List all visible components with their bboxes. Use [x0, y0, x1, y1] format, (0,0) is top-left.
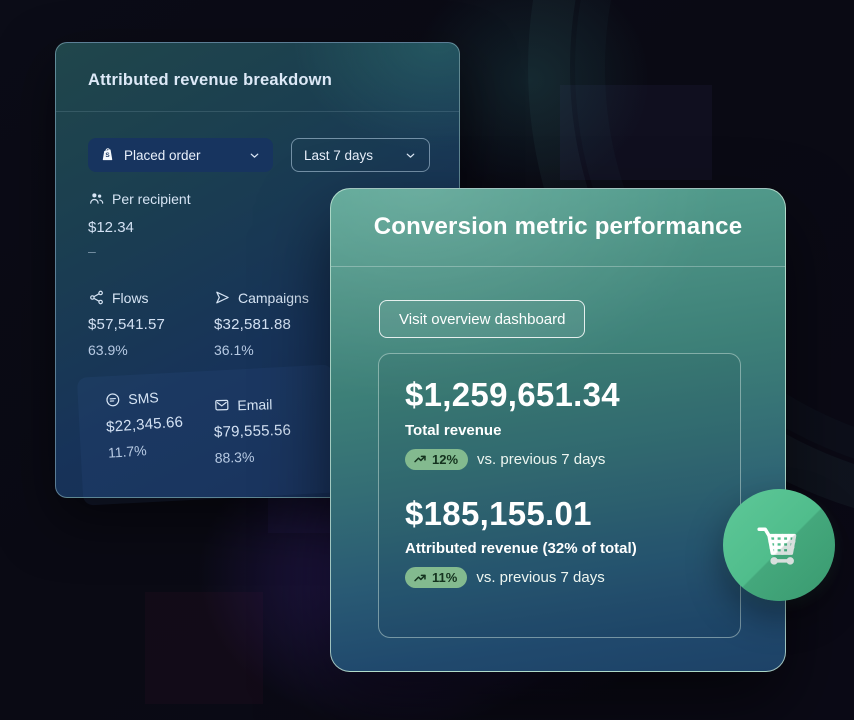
total-revenue-metric: $1,259,651.34 Total revenue 12% vs. prev… — [405, 378, 714, 470]
marketing-dashboard-composite: Attributed revenue breakdown S Placed or… — [0, 0, 854, 720]
stat-flows: Flows $57,541.57 63.9% — [88, 289, 228, 358]
chevron-down-icon — [248, 149, 261, 162]
metric-select-dropdown[interactable]: S Placed order — [88, 138, 273, 172]
date-range-label: Last 7 days — [304, 148, 404, 163]
metrics-panel: $1,259,651.34 Total revenue 12% vs. prev… — [378, 353, 741, 638]
per-recipient-header: Per recipient — [88, 190, 191, 207]
date-range-dropdown[interactable]: Last 7 days — [291, 138, 430, 172]
comparison-text: vs. previous 7 days — [477, 451, 605, 468]
per-recipient-label: Per recipient — [112, 191, 191, 207]
total-revenue-value: $1,259,651.34 — [405, 378, 714, 413]
stat-label: SMS — [128, 389, 159, 407]
cart-badge — [723, 489, 835, 601]
stat-label: Flows — [112, 290, 149, 306]
svg-text:S: S — [105, 152, 110, 159]
divider — [331, 266, 785, 267]
divider — [56, 111, 459, 112]
card-title: Attributed revenue breakdown — [88, 71, 332, 112]
visit-dashboard-button[interactable]: Visit overview dashboard — [379, 300, 585, 338]
trend-badge-value: 11% — [432, 570, 457, 585]
stat-value: $57,541.57 — [88, 316, 228, 333]
comparison-text: vs. previous 7 days — [476, 569, 604, 586]
trend-badge: 12% — [405, 449, 468, 470]
chat-circle-icon — [104, 391, 122, 409]
trending-up-icon — [413, 571, 427, 585]
envelope-icon — [213, 396, 230, 413]
attributed-revenue-label: Attributed revenue (32% of total) — [405, 540, 714, 557]
stat-label: Campaigns — [238, 290, 309, 306]
trending-up-icon — [413, 452, 427, 466]
trend-badge-value: 12% — [432, 452, 458, 467]
trend-badge: 11% — [405, 567, 467, 588]
share-nodes-icon — [88, 289, 105, 306]
send-icon — [214, 289, 231, 306]
shopify-bag-icon: S — [100, 147, 116, 163]
stat-label: Email — [237, 396, 272, 413]
total-revenue-label: Total revenue — [405, 422, 714, 439]
metric-select-label: Placed order — [124, 148, 240, 163]
chevron-down-icon — [404, 149, 417, 162]
shopping-cart-icon — [751, 517, 807, 573]
attributed-revenue-value: $185,155.01 — [405, 497, 714, 532]
per-recipient-value: $12.34 — [88, 219, 134, 236]
attributed-revenue-metric: $185,155.01 Attributed revenue (32% of t… — [405, 497, 714, 589]
card-title: Conversion metric performance — [331, 213, 785, 241]
people-icon — [88, 190, 105, 207]
per-recipient-dash: – — [88, 243, 96, 259]
stat-percent: 63.9% — [88, 342, 228, 358]
